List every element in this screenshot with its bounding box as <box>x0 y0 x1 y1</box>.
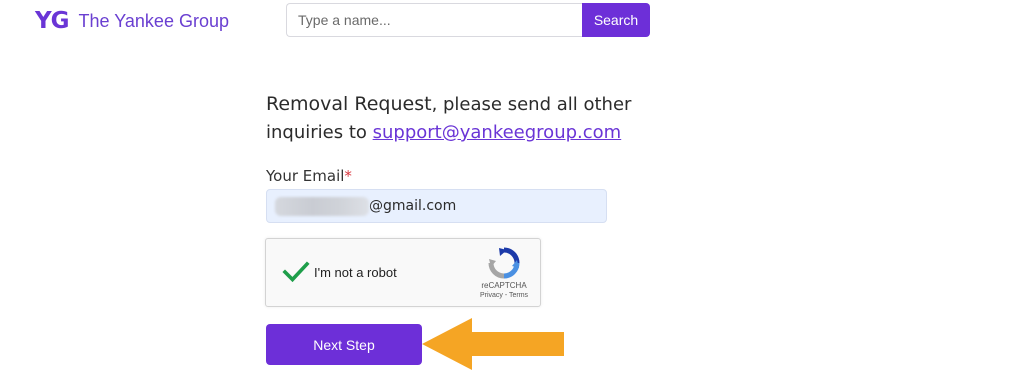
email-label-text: Your Email <box>266 167 345 185</box>
captcha-label: I'm not a robot <box>314 265 397 280</box>
search-input[interactable] <box>286 3 582 37</box>
heading-lead: Removal Request <box>266 93 432 115</box>
email-value: @gmail.com <box>369 198 457 214</box>
arrow-left-icon <box>422 318 564 370</box>
recaptcha-privacy-terms[interactable]: Privacy - Terms <box>471 292 537 299</box>
page-heading: Removal Request, please send all other i… <box>266 90 666 147</box>
recaptcha-brand: reCAPTCHA <box>481 281 527 290</box>
recaptcha-widget: I'm not a robot reCAPTCHA Privacy - Term… <box>265 238 541 307</box>
email-label: Your Email* <box>266 167 352 185</box>
next-step-button[interactable]: Next Step <box>266 324 422 365</box>
recaptcha-icon <box>488 247 520 279</box>
logo-text: The Yankee Group <box>78 10 229 31</box>
search-bar: Search <box>286 3 650 37</box>
site-logo[interactable]: YG The Yankee Group <box>35 8 229 34</box>
support-email-link[interactable]: support@yankeegroup.com <box>373 122 622 143</box>
search-button[interactable]: Search <box>582 3 650 37</box>
checkmark-icon[interactable] <box>282 258 310 286</box>
redacted-email-blur <box>275 196 369 216</box>
required-marker: * <box>344 167 352 185</box>
logo-mark: YG <box>35 8 70 34</box>
email-field[interactable]: @gmail.com <box>266 189 607 223</box>
